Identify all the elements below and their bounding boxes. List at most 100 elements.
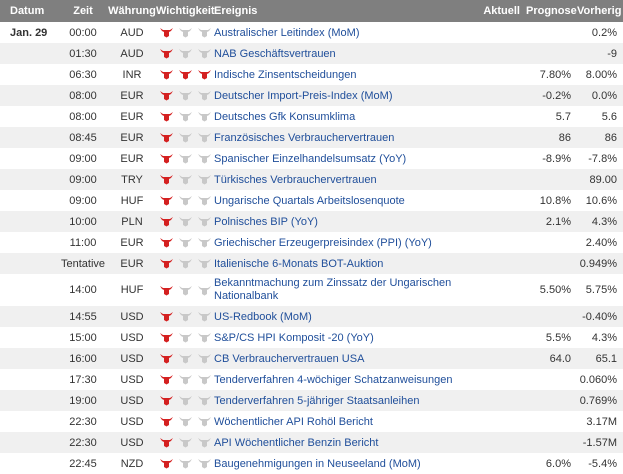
event-cell[interactable]: Deutscher Import-Preis-Index (MoM) [214,85,470,106]
table-row[interactable]: 22:45 NZD Baugenehmigungen in Neuseeland (… [0,453,623,474]
header-importance[interactable]: Wichtigkeit [156,0,215,22]
table-row[interactable]: Jan. 29 00:00 AUD Australischer Leitindex (… [0,22,623,43]
event-cell[interactable]: S&P/CS HPI Komposit -20 (YoY) [214,327,470,348]
event-cell[interactable]: Tenderverfahren 4-wöchiger Schatzanweisu… [214,369,470,390]
event-link[interactable]: Griechischer Erzeugerpreisindex (PPI) (Y… [214,237,432,249]
table-row[interactable]: 19:00 USD Tenderverfahren 5-jähriger Staat… [0,390,623,411]
event-cell[interactable]: NAB Geschäftsvertrauen [214,43,470,64]
actual-cell [470,64,526,85]
date-cell [0,369,58,390]
event-link[interactable]: CB Verbrauchervertrauen USA [214,353,364,365]
event-link[interactable]: Ungarische Quartals Arbeitslosenquote [214,195,405,207]
event-link[interactable]: Italienische 6-Monats BOT-Auktion [214,258,383,270]
bull-icon [178,258,193,269]
actual-cell [470,369,526,390]
table-row[interactable]: 09:00 TRY Türkisches Verbrauchervertrauen 8… [0,169,623,190]
header-currency[interactable]: Währung [108,0,156,22]
event-cell[interactable]: Indische Zinsentscheidungen [214,64,470,85]
header-forecast[interactable]: Prognose [526,0,577,22]
bull-icon [197,132,212,143]
table-row[interactable]: 01:30 AUD NAB Geschäftsvertrauen -9 [0,43,623,64]
event-link[interactable]: Indische Zinsentscheidungen [214,69,356,81]
header-date[interactable]: Datum [0,0,58,22]
event-link[interactable]: Bekanntmachung zum Zinssatz der Ungarisc… [214,277,451,302]
event-cell[interactable]: Griechischer Erzeugerpreisindex (PPI) (Y… [214,232,470,253]
table-row[interactable]: Tentative EUR Italienische 6-Monats BOT-Au… [0,253,623,274]
header-time[interactable]: Zeit [58,0,108,22]
table-row[interactable]: 08:00 EUR Deutsches Gfk Konsumklima 5.7 5.6 [0,106,623,127]
event-cell[interactable]: Türkisches Verbrauchervertrauen [214,169,470,190]
date-cell [0,306,58,327]
table-row[interactable]: 17:30 USD Tenderverfahren 4-wöchiger Schat… [0,369,623,390]
currency-cell: EUR [108,253,156,274]
event-cell[interactable]: Wöchentlicher API Rohöl Bericht [214,411,470,432]
event-cell[interactable]: Australischer Leitindex (MoM) [214,22,470,43]
previous-cell: -9 [577,43,623,64]
currency-cell: HUF [120,194,144,207]
bull-icon [178,416,193,427]
event-cell[interactable]: Baugenehmigungen in Neuseeland (MoM) [214,453,470,474]
event-cell[interactable]: Bekanntmachung zum Zinssatz der Ungarisc… [214,274,470,306]
event-cell[interactable]: Deutsches Gfk Konsumklima [214,106,470,127]
bull-icon [197,458,212,469]
header-previous[interactable]: Vorherig [577,0,623,22]
event-link[interactable]: Australischer Leitindex (MoM) [214,27,360,39]
previous-cell: 86 [577,127,623,148]
event-cell[interactable]: Polnisches BIP (YoY) [214,211,470,232]
actual-cell [470,453,526,474]
table-row[interactable]: 14:55 USD US-Redbook (MoM) -0.40% [0,306,623,327]
header-actual[interactable]: Aktuell [470,0,526,22]
event-link[interactable]: Baugenehmigungen in Neuseeland (MoM) [214,458,421,470]
event-link[interactable]: Polnisches BIP (YoY) [214,216,318,228]
table-row[interactable]: 16:00 USD CB Verbrauchervertrauen USA 64.0 6… [0,348,623,369]
date-cell [0,432,58,453]
event-link[interactable]: Türkisches Verbrauchervertrauen [214,174,377,186]
table-row[interactable]: 11:00 EUR Griechischer Erzeugerpreisindex … [0,232,623,253]
table-row[interactable]: 09:00 EUR Spanischer Einzelhandelsumsatz (… [0,148,623,169]
event-link[interactable]: API Wöchentlicher Benzin Bericht [214,437,378,449]
bull-icon [159,258,174,269]
table-row[interactable]: 14:00 HUF Bekanntmachung zum Zinssatz der … [0,274,623,306]
bull-icon [178,27,193,38]
time-cell: Tentative [58,253,108,274]
event-cell[interactable]: Italienische 6-Monats BOT-Auktion [214,253,470,274]
event-cell[interactable]: Spanischer Einzelhandelsumsatz (YoY) [214,148,470,169]
actual-cell [470,85,526,106]
event-link[interactable]: Wöchentlicher API Rohöl Bericht [214,416,373,428]
event-link[interactable]: Tenderverfahren 4-wöchiger Schatzanweisu… [214,374,452,386]
table-row[interactable]: 10:00 PLN Polnisches BIP (YoY) 2.1% 4.3% [0,211,623,232]
event-link[interactable]: Spanischer Einzelhandelsumsatz (YoY) [214,153,406,165]
event-cell[interactable]: API Wöchentlicher Benzin Bericht [214,432,470,453]
bull-icon [159,69,174,80]
forecast-cell: -0.2% [526,85,577,106]
forecast-cell: 5.5% [545,331,571,344]
event-link[interactable]: S&P/CS HPI Komposit -20 (YoY) [214,332,374,344]
event-link[interactable]: US-Redbook (MoM) [214,311,312,323]
event-link[interactable]: NAB Geschäftsvertrauen [214,48,336,60]
date-cell [0,190,58,211]
table-row[interactable]: 22:30 USD Wöchentlicher API Rohöl Bericht 3… [0,411,623,432]
event-link[interactable]: Deutsches Gfk Konsumklima [214,111,355,123]
event-cell[interactable]: Tenderverfahren 5-jähriger Staatsanleihe… [214,390,470,411]
event-link[interactable]: Deutscher Import-Preis-Index (MoM) [214,90,393,102]
event-cell[interactable]: Französisches Verbrauchervertrauen [214,127,470,148]
event-cell[interactable]: US-Redbook (MoM) [214,306,470,327]
table-row[interactable]: 06:30 INR Indische Zinsentscheidungen 7.80%… [0,64,623,85]
importance-cell [156,411,214,432]
previous-cell: 0.949% [577,253,623,274]
bull-icon [159,332,174,343]
forecast-cell: 5.50% [539,284,571,296]
event-cell[interactable]: Ungarische Quartals Arbeitslosenquote [214,190,470,211]
table-row[interactable]: 15:00 USD S&P/CS HPI Komposit -20 (YoY) 5.5… [0,327,623,348]
table-row[interactable]: 08:00 EUR Deutscher Import-Preis-Index (Mo… [0,85,623,106]
table-row[interactable]: 08:45 EUR Französisches Verbrauchervertrau… [0,127,623,148]
importance-cell [156,127,214,148]
event-link[interactable]: Französisches Verbrauchervertrauen [214,132,394,144]
event-link[interactable]: Tenderverfahren 5-jähriger Staatsanleihe… [214,395,419,407]
event-cell[interactable]: CB Verbrauchervertrauen USA [214,348,470,369]
currency-cell: USD [108,390,156,411]
header-event[interactable]: Ereignis [214,0,470,22]
bull-icon [178,458,193,469]
table-row[interactable]: 09:00 HUF Ungarische Quartals Arbeitslosen… [0,190,623,211]
table-row[interactable]: 22:30 USD API Wöchentlicher Benzin Bericht… [0,432,623,453]
